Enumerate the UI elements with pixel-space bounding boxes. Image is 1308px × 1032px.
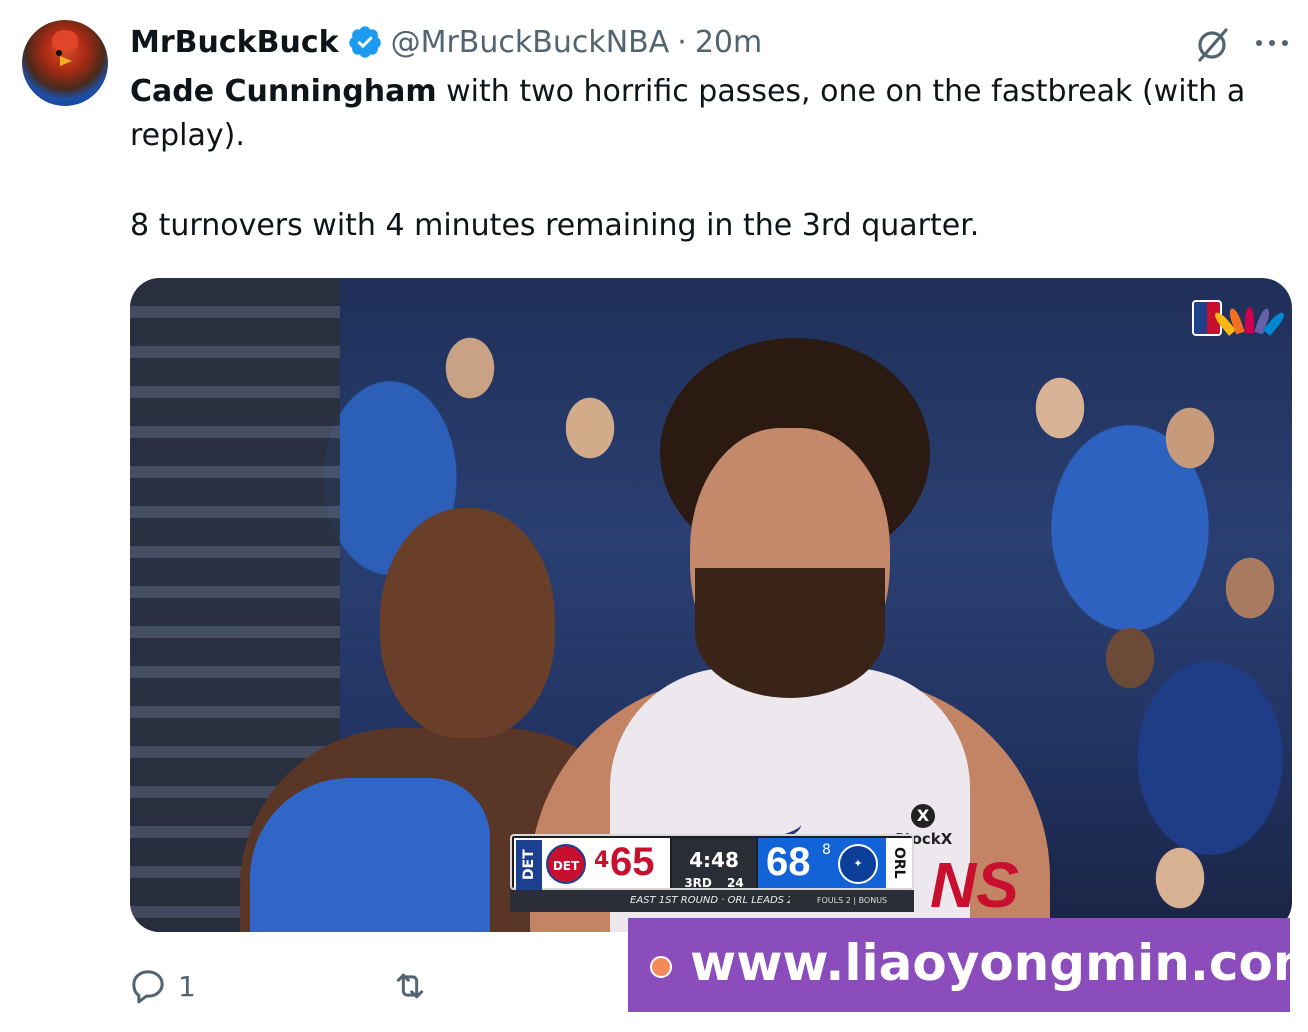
reply-button[interactable]: 1	[128, 964, 196, 1008]
away-team-fouls: 8	[822, 842, 831, 858]
watermark-banner: www.liaoyongmin.com	[628, 918, 1308, 1012]
broadcast-logos	[1192, 300, 1287, 336]
author-display-name[interactable]: MrBuckBuck	[130, 25, 339, 60]
game-period: 3RD	[684, 876, 712, 890]
nbc-peacock-icon	[1212, 303, 1287, 336]
rooster-beak	[60, 56, 72, 66]
rooster-eye	[56, 50, 62, 56]
game-clock: 4:48	[689, 848, 739, 872]
fouls-bonus-status: FOULS 2 | BONUS	[816, 896, 888, 905]
away-team-panel: 68 8 ✦ ORL	[758, 838, 912, 888]
series-status: EAST 1ST ROUND · ORL LEADS 2-1	[630, 895, 790, 906]
jersey-wordmark: NS	[930, 849, 1019, 921]
retweet-icon	[396, 973, 424, 999]
away-team-label: ORL	[886, 838, 912, 888]
watermark-dot-icon	[650, 956, 672, 978]
tweet-media-image[interactable]: X StockX NS DET DET 4 65 4:48 3RD 24 68 …	[130, 278, 1292, 932]
tweet-text: Cade Cunningham with two horrific passes…	[130, 70, 1280, 158]
watermark-text: www.liaoyongmin.com	[690, 934, 1308, 992]
mentioned-player-name: Cade Cunningham	[130, 74, 437, 109]
home-team-label: DET	[516, 840, 542, 890]
home-team-fouls: 4	[594, 848, 610, 873]
magic-logo-icon: ✦	[838, 844, 878, 884]
author-handle[interactable]: @MrBuckBuckNBA	[391, 25, 670, 60]
tweet-header: MrBuckBuck @MrBuckBuckNBA · 20m	[130, 22, 762, 62]
stockx-x-icon: X	[911, 804, 935, 828]
header-separator: ·	[677, 24, 687, 60]
verified-badge-icon	[348, 26, 381, 58]
home-team-score: 65	[610, 840, 655, 884]
pistons-logo-icon: DET	[546, 844, 586, 884]
scorebug: DET DET 4 65 4:48 3RD 24 68 8 ✦ ORL EAST…	[510, 834, 914, 912]
rooster-comb	[52, 30, 78, 50]
grok-icon[interactable]	[1192, 24, 1232, 64]
reply-icon	[132, 970, 164, 1004]
away-team-score: 68	[766, 840, 811, 884]
shot-clock: 24	[726, 876, 744, 890]
author-avatar[interactable]	[22, 20, 108, 106]
tweet-text-paragraph2: 8 turnovers with 4 minutes remaining in …	[130, 208, 980, 243]
tweet-timestamp[interactable]: 20m	[695, 25, 762, 60]
more-options-icon[interactable]	[1252, 26, 1292, 60]
retweet-button[interactable]	[390, 964, 430, 1008]
game-clock-panel: 4:48 3RD 24	[672, 838, 756, 890]
home-team-panel: DET DET 4 65	[514, 838, 670, 890]
reply-count: 1	[178, 969, 196, 1003]
